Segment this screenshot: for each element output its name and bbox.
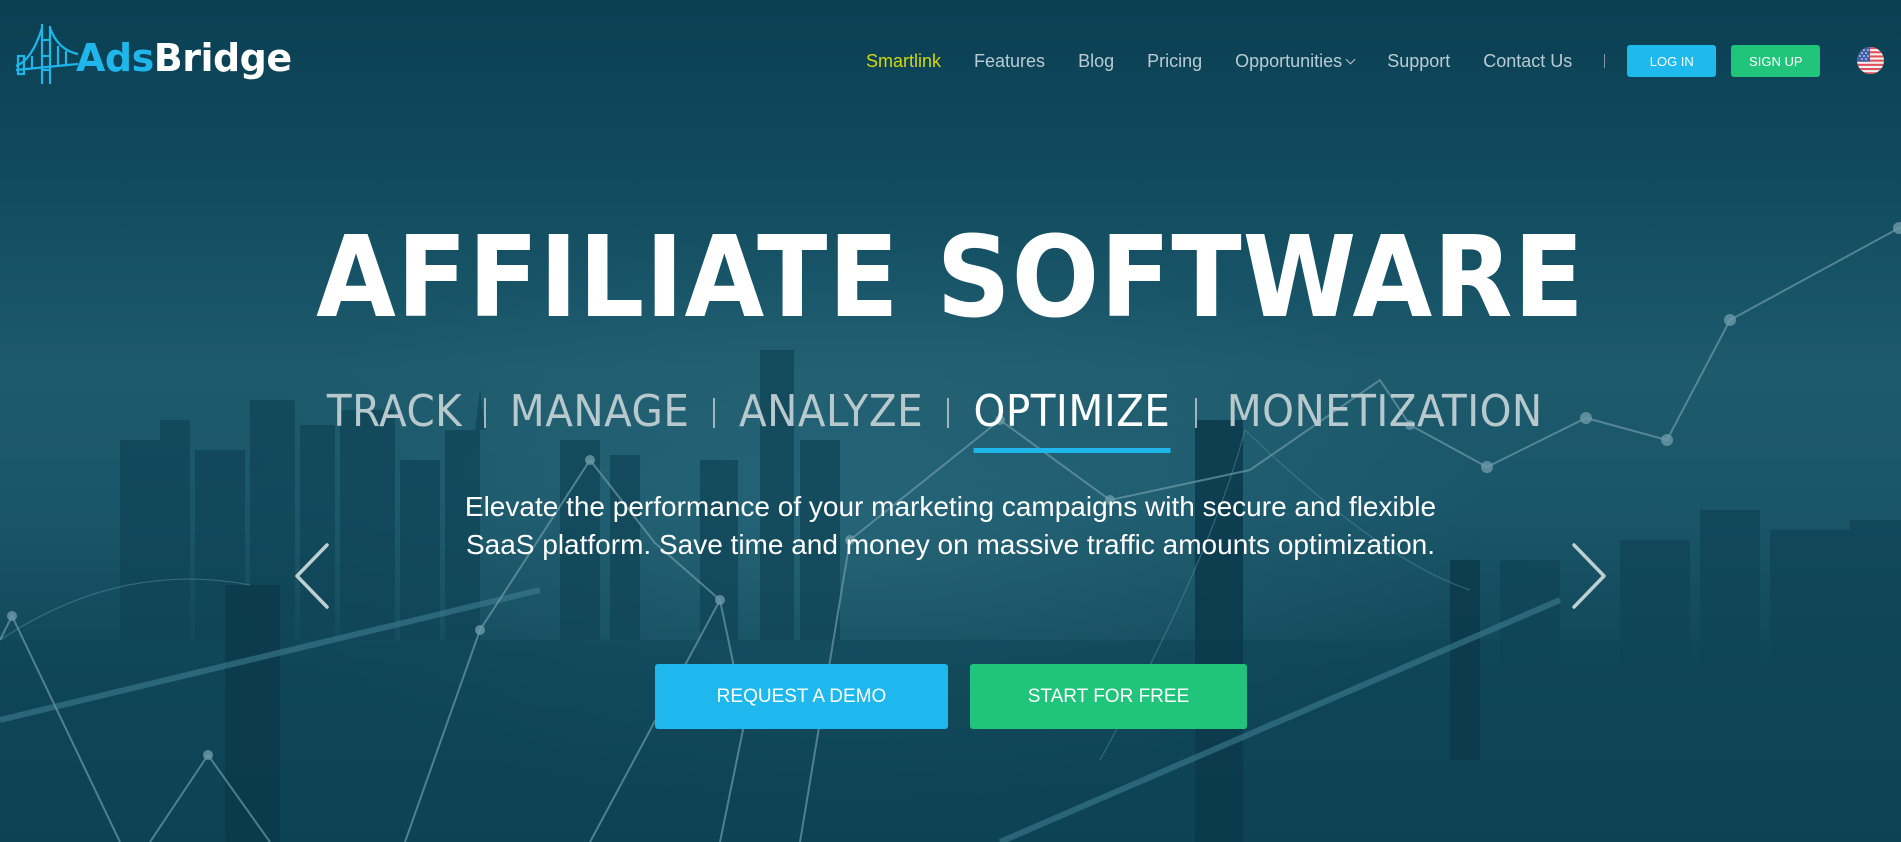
logo[interactable]: AdsBridge (14, 22, 292, 88)
nav-item-opportunities[interactable]: Opportunities (1235, 50, 1356, 72)
tab-analyze[interactable]: ANALYZE (739, 386, 923, 443)
chevron-left-icon (295, 543, 329, 609)
feature-tabs: TRACK MANAGE ANALYZE OPTIMIZE MONETIZATI… (0, 386, 1889, 453)
chevron-right-icon (1572, 543, 1606, 609)
login-button[interactable]: LOG IN (1627, 45, 1717, 77)
chevron-down-icon (1345, 54, 1356, 64)
site-header: AdsBridge Smartlink Features Blog Pricin… (0, 0, 1901, 110)
hero-headline: AFFILIATE SOFTWARE (316, 213, 1585, 343)
tab-divider (483, 397, 486, 428)
nav-item-support[interactable]: Support (1387, 51, 1450, 72)
carousel-next-button[interactable] (1568, 541, 1608, 611)
nav-item-features[interactable]: Features (974, 51, 1045, 72)
hero-description: Elevate the performance of your marketin… (0, 488, 1901, 564)
tab-divider (712, 397, 715, 428)
main-nav: Smartlink Features Blog Pricing Opportun… (866, 45, 1821, 77)
nav-item-blog[interactable]: Blog (1078, 51, 1114, 72)
logo-text-bridge: Bridge (153, 36, 292, 80)
tab-optimize[interactable]: OPTIMIZE (973, 386, 1171, 453)
tab-divider (1194, 397, 1197, 428)
hero-description-line-2: SaaS platform. Save time and money on ma… (465, 529, 1436, 560)
tab-divider (947, 397, 950, 428)
hero-description-line-1: Elevate the performance of your marketin… (464, 491, 1437, 522)
nav-item-pricing[interactable]: Pricing (1147, 51, 1202, 72)
logo-text: AdsBridge (76, 36, 292, 80)
logo-text-ads: Ads (76, 36, 154, 80)
bridge-icon (14, 20, 79, 90)
nav-item-contact-us[interactable]: Contact Us (1483, 51, 1572, 72)
nav-item-smartlink[interactable]: Smartlink (866, 51, 941, 72)
carousel-prev-button[interactable] (293, 541, 333, 611)
us-flag-icon[interactable] (1857, 47, 1884, 74)
tab-track[interactable]: TRACK (327, 386, 462, 443)
signup-button[interactable]: SIGN UP (1731, 45, 1821, 77)
request-demo-button[interactable]: REQUEST A DEMO (655, 664, 948, 729)
nav-item-opportunities-label: Opportunities (1235, 50, 1343, 71)
nav-divider (1604, 54, 1606, 68)
start-for-free-button[interactable]: START FOR FREE (970, 664, 1247, 729)
tab-manage[interactable]: MANAGE (510, 386, 690, 443)
tab-monetization[interactable]: MONETIZATION (1227, 386, 1543, 443)
